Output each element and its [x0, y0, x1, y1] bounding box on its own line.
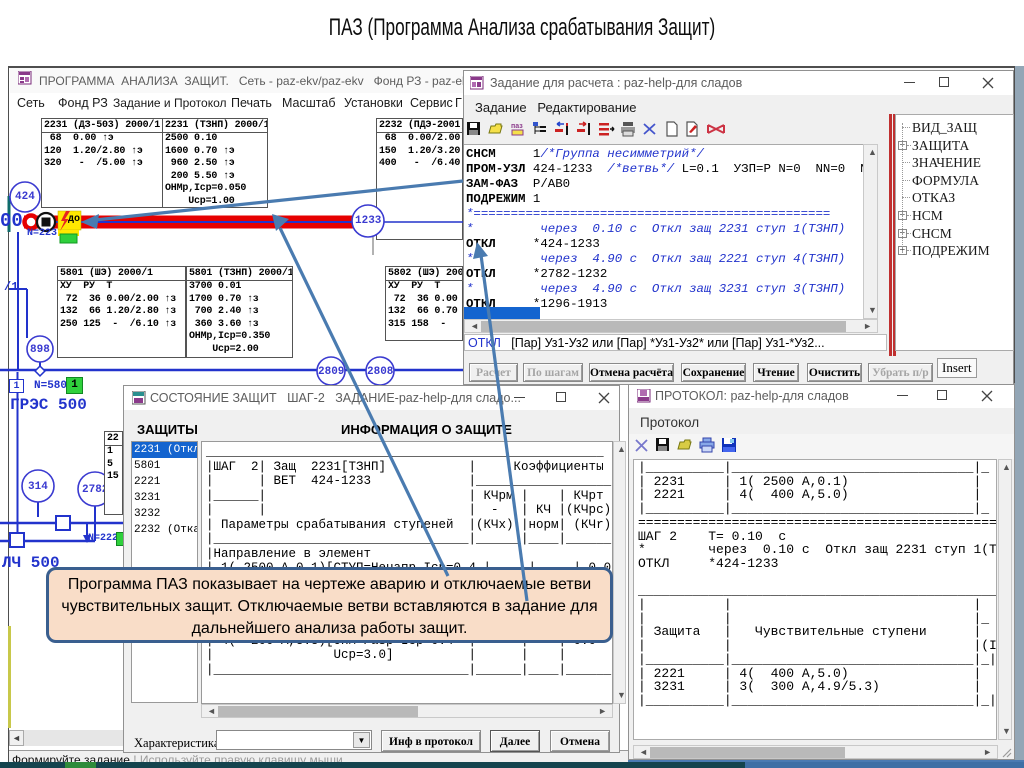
svg-text:паз: паз [511, 123, 523, 130]
